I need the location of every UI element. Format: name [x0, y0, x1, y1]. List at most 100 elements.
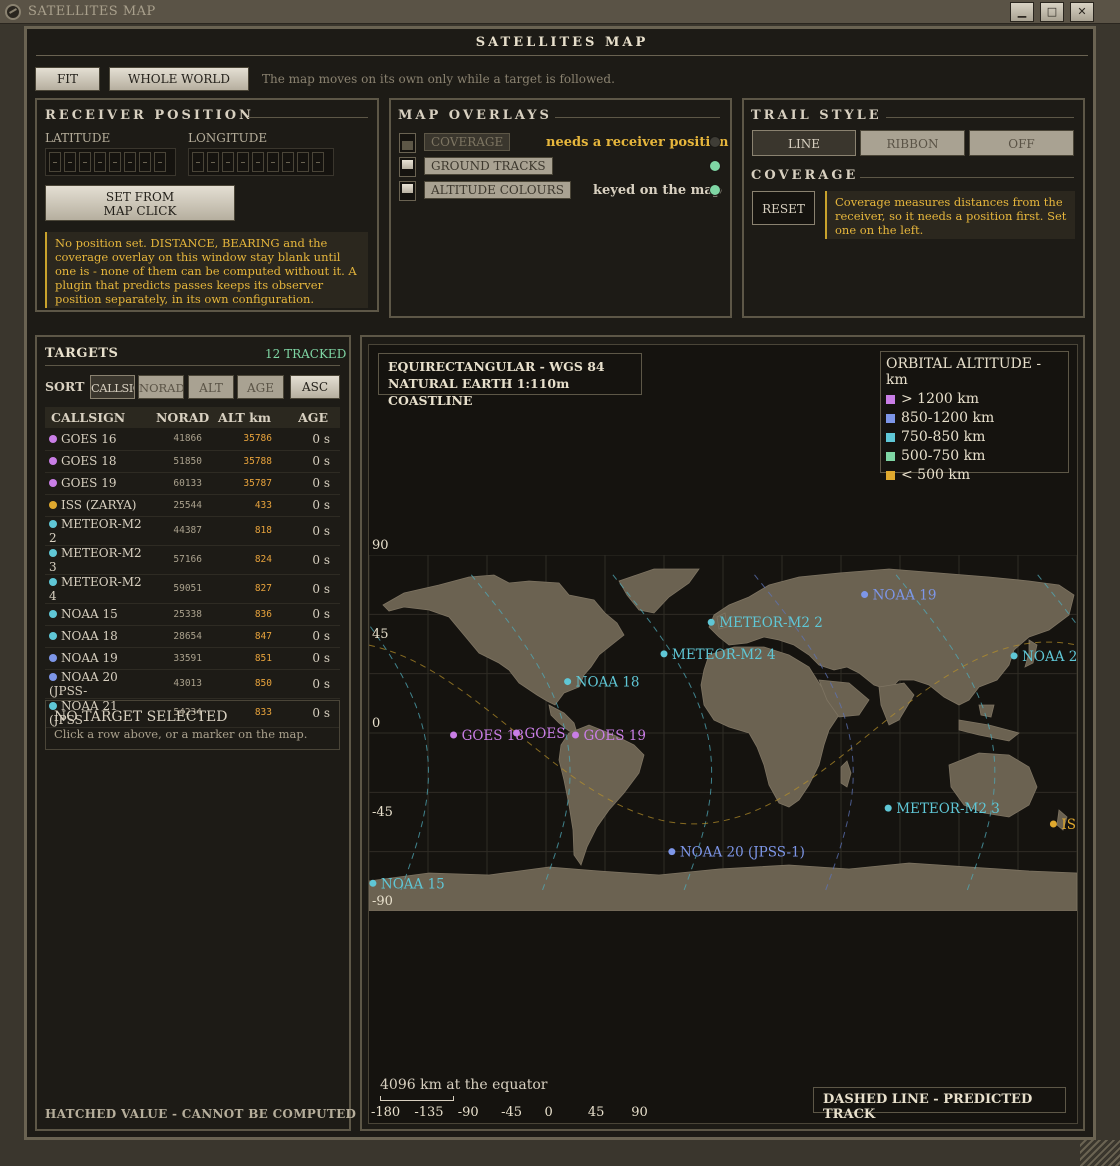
- sort-norad-option[interactable]: NORAD: [138, 375, 184, 399]
- satellite-marker[interactable]: METEOR-M2 4: [660, 647, 776, 663]
- marker-label[interactable]: GOES: [525, 726, 566, 742]
- altitude-cell: 847: [212, 625, 282, 648]
- marker-dot[interactable]: [564, 678, 572, 686]
- col-callsign-header[interactable]: CALLSIGN: [45, 407, 150, 428]
- marker-dot[interactable]: [450, 731, 458, 739]
- table-row[interactable]: GOES 16 41866 35786 0 s: [45, 428, 340, 451]
- table-row[interactable]: ISS (ZARYA) 25544 433 0 s: [45, 494, 340, 517]
- altitude-colours-toggle[interactable]: [399, 181, 416, 201]
- altitude-colours-overlay-button[interactable]: ALTITUDE COLOURS: [424, 181, 571, 199]
- satellite-app-icon: [5, 4, 21, 20]
- marker-dot[interactable]: [369, 879, 377, 887]
- marker-dot[interactable]: [861, 591, 869, 599]
- fit-button[interactable]: FIT: [35, 67, 100, 91]
- close-button[interactable]: ✕: [1070, 2, 1094, 22]
- col-norad-header[interactable]: NORAD: [150, 407, 212, 428]
- callsign-text: NOAA 19: [61, 651, 118, 665]
- age-cell: 0 s: [282, 603, 340, 626]
- satellite-marker[interactable]: GOES 18: [450, 728, 524, 744]
- table-row[interactable]: METEOR-M2 3 57166 824 0 s: [45, 545, 340, 575]
- coverage-title-rule: [860, 177, 1074, 178]
- trail-line-option[interactable]: LINE: [752, 130, 856, 156]
- sort-age-option[interactable]: AGE: [237, 375, 284, 399]
- legend-entry: 850-1200 km: [886, 410, 1063, 426]
- coverage-toggle[interactable]: [399, 133, 416, 153]
- marker-label[interactable]: METEOR-M2 4: [672, 647, 776, 663]
- marker-label[interactable]: NOAA 15: [381, 876, 445, 892]
- maximize-button[interactable]: □: [1040, 2, 1064, 22]
- marker-label[interactable]: METEOR-M2 2: [719, 615, 823, 631]
- table-row[interactable]: GOES 18 51850 35788 0 s: [45, 450, 340, 473]
- col-alt-header[interactable]: ALT km: [212, 407, 282, 428]
- coverage-reset-button[interactable]: RESET: [752, 191, 815, 225]
- satellite-marker[interactable]: NOAA 18: [564, 675, 639, 691]
- marker-label[interactable]: NOAA 2: [1022, 649, 1077, 665]
- coverage-overlay-button[interactable]: COVERAGE: [424, 133, 511, 151]
- altitude-cell: 818: [212, 516, 282, 546]
- marker-label[interactable]: GOES 19: [584, 728, 646, 744]
- longitude-tick-label: -180: [371, 1105, 401, 1120]
- marker-label[interactable]: ISS: [1061, 817, 1077, 833]
- sort-alt-option[interactable]: ALT: [188, 375, 234, 399]
- altitude-color-dot: [49, 434, 57, 443]
- overlays-title-rule: [555, 117, 720, 118]
- marker-dot[interactable]: [884, 804, 892, 812]
- trail-off-option[interactable]: OFF: [969, 130, 1074, 156]
- table-row[interactable]: METEOR-M2 2 44387 818 0 s: [45, 516, 340, 546]
- sort-callsign-option[interactable]: CALLSIGN: [90, 375, 135, 399]
- table-row[interactable]: GOES 19 60133 35787 0 s: [45, 472, 340, 495]
- altitude-cell: 35787: [212, 472, 282, 495]
- projection-line2: NATURAL EARTH 1:110m COASTLINE: [388, 376, 570, 408]
- trail-ribbon-option[interactable]: RIBBON: [860, 130, 965, 156]
- projection-line1: EQUIRECTANGULAR - WGS 84: [388, 359, 605, 374]
- resize-grip[interactable]: [1080, 1140, 1120, 1166]
- latitude-input[interactable]: [45, 148, 176, 176]
- marker-label[interactable]: METEOR-M2 3: [896, 801, 1000, 817]
- age-cell: 0 s: [282, 647, 340, 670]
- marker-dot[interactable]: [707, 618, 715, 626]
- age-cell: 0 s: [282, 625, 340, 648]
- col-age-header[interactable]: AGE: [282, 407, 340, 428]
- map-follow-hint: The map moves on its own only while a ta…: [262, 72, 615, 86]
- set-button-line1: SET FROM: [105, 190, 175, 204]
- marker-label[interactable]: NOAA 20 (JPSS-1): [680, 845, 805, 861]
- table-row[interactable]: NOAA 18 28654 847 0 s: [45, 625, 340, 648]
- scale-bar: [380, 1096, 454, 1101]
- longitude-input[interactable]: [188, 148, 334, 176]
- age-cell: 0 s: [282, 574, 340, 604]
- legend-title: ORBITAL ALTITUDE - km: [886, 356, 1042, 388]
- marker-dot[interactable]: [668, 848, 676, 856]
- marker-dot[interactable]: [1010, 652, 1018, 660]
- satellite-marker[interactable]: GOES 19: [572, 728, 646, 744]
- norad-cell: 51850: [150, 450, 212, 473]
- marker-label[interactable]: NOAA 19: [873, 588, 937, 604]
- world-map[interactable]: NOAA 19 METEOR-M2 2 METEOR-M2 4 NOAA 2 NOAA …: [369, 555, 1077, 911]
- table-row[interactable]: NOAA 20 (JPSS- 43013 850 0 s: [45, 669, 340, 699]
- altitude-cell: 827: [212, 574, 282, 604]
- age-cell: 0 s: [282, 428, 340, 451]
- whole-world-button[interactable]: WHOLE WORLD: [109, 67, 249, 91]
- satellite-marker[interactable]: NOAA 19: [861, 588, 936, 604]
- marker-label[interactable]: NOAA 18: [576, 675, 640, 691]
- satellite-marker[interactable]: NOAA 15: [369, 876, 445, 892]
- legend-swatch: [886, 394, 895, 404]
- no-position-note: No position set. DISTANCE, BEARING and t…: [45, 232, 368, 308]
- ground-tracks-overlay-button[interactable]: GROUND TRACKS: [424, 157, 553, 175]
- table-row[interactable]: NOAA 15 25338 836 0 s: [45, 603, 340, 626]
- marker-dot[interactable]: [513, 729, 520, 737]
- ground-tracks-toggle[interactable]: [399, 157, 416, 177]
- legend-entry: 500-750 km: [886, 448, 1063, 464]
- sort-order-button[interactable]: ASC: [290, 375, 340, 399]
- targets-table-body: GOES 16 41866 35786 0 s GOES 18 51850 35788 0 s…: [45, 428, 340, 728]
- table-row[interactable]: NOAA 19 33591 851 0 s: [45, 647, 340, 670]
- minimize-button[interactable]: ▁: [1010, 2, 1034, 22]
- marker-dot[interactable]: [572, 731, 579, 739]
- satellite-marker[interactable]: METEOR-M2 2: [707, 615, 823, 631]
- satellite-marker[interactable]: NOAA 20 (JPSS-1): [668, 845, 805, 861]
- table-row[interactable]: METEOR-M2 4 59051 827 0 s: [45, 574, 340, 604]
- satellite-marker[interactable]: METEOR-M2 3: [884, 801, 1000, 817]
- set-from-map-click-button[interactable]: SET FROM MAP CLICK: [45, 185, 235, 221]
- marker-dot[interactable]: [660, 650, 668, 658]
- callsign-cell: NOAA 18: [45, 625, 150, 648]
- marker-dot[interactable]: [1049, 820, 1057, 828]
